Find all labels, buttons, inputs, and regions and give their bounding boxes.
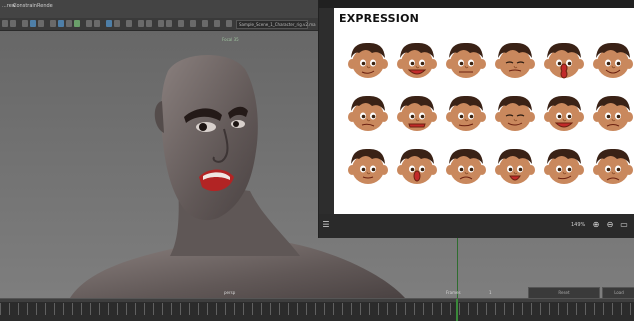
face-frown — [446, 148, 486, 184]
face-smile — [593, 42, 633, 78]
image-viewer-panel[interactable]: EXPRESSION ☰ 149% ⊕ ⊖ ▭ — [318, 0, 634, 238]
shadows-icon[interactable] — [114, 20, 120, 27]
face-open-mouth — [495, 148, 535, 184]
gamma-icon[interactable] — [166, 20, 172, 27]
face-toothy — [544, 95, 584, 131]
face-smirk — [348, 42, 388, 78]
sheet-title: EXPRESSION — [339, 12, 420, 25]
lighting-icon[interactable] — [106, 20, 112, 27]
face-sad — [593, 148, 633, 184]
reset-button[interactable]: Reset — [528, 287, 600, 298]
ambient-occlusion-icon[interactable] — [202, 20, 208, 27]
face-determined — [446, 95, 486, 131]
face-worried — [593, 95, 633, 131]
viewport-toolbar: Sample_Scene_1_Character_rig.v2.ma — [0, 18, 318, 31]
face-grimace — [397, 95, 437, 131]
menu-item-constrain[interactable]: Constrain — [13, 3, 37, 9]
timeline[interactable] — [0, 298, 634, 321]
face-surprised — [544, 42, 584, 79]
fit-screen-icon[interactable]: ▭ — [619, 220, 629, 230]
face-shocked — [397, 148, 437, 184]
frames-label: Frames — [446, 290, 461, 295]
hud-icon[interactable] — [158, 20, 164, 27]
film-gate-icon[interactable] — [58, 20, 64, 27]
camera-label: persp — [224, 290, 236, 295]
antialias-icon[interactable] — [190, 20, 196, 27]
exposure-icon[interactable] — [178, 20, 184, 27]
face-squint — [495, 42, 535, 78]
face-smug — [544, 148, 584, 184]
expression-sheet-image: EXPRESSION — [334, 8, 634, 214]
textured-icon[interactable] — [94, 20, 100, 27]
select-tool-icon[interactable] — [2, 20, 8, 27]
color-space-icon[interactable] — [226, 20, 232, 27]
face-wide-eyed — [348, 148, 388, 184]
frames-value: 1 — [489, 290, 492, 295]
file-name-field[interactable]: Sample_Scene_1_Character_rig.v2.ma — [236, 20, 316, 29]
bookmark-icon[interactable] — [38, 20, 44, 27]
face-eyes-closed — [495, 95, 535, 131]
face-stern — [446, 42, 486, 78]
timeline-playhead[interactable] — [456, 299, 458, 321]
menu-icon[interactable]: ☰ — [321, 220, 331, 230]
view-icon[interactable] — [30, 20, 36, 27]
joint-xray-icon[interactable] — [146, 20, 152, 27]
menu-item-render[interactable]: Rende — [37, 3, 53, 9]
timeline-ruler — [0, 299, 634, 302]
face-grin — [397, 42, 437, 78]
zoom-out-icon[interactable]: ⊖ — [605, 220, 615, 230]
timeline-ticks — [0, 303, 634, 315]
load-button[interactable]: Load — [602, 287, 634, 298]
isolate-icon[interactable] — [126, 20, 132, 27]
wireframe-icon[interactable] — [74, 20, 80, 27]
grid-icon[interactable] — [50, 20, 56, 27]
shaded-icon[interactable] — [86, 20, 92, 27]
zoom-level: 149% — [571, 222, 586, 228]
resolution-gate-icon[interactable] — [66, 20, 72, 27]
zoom-in-icon[interactable]: ⊕ — [591, 220, 601, 230]
motion-blur-icon[interactable] — [214, 20, 220, 27]
move-tool-icon[interactable] — [10, 20, 16, 27]
face-annoyed — [348, 95, 388, 131]
camera-icon[interactable] — [22, 20, 28, 27]
viewer-title-bar — [319, 0, 634, 8]
xray-icon[interactable] — [138, 20, 144, 27]
viewer-bottom-bar: ☰ 149% ⊕ ⊖ ▭ — [319, 214, 634, 238]
